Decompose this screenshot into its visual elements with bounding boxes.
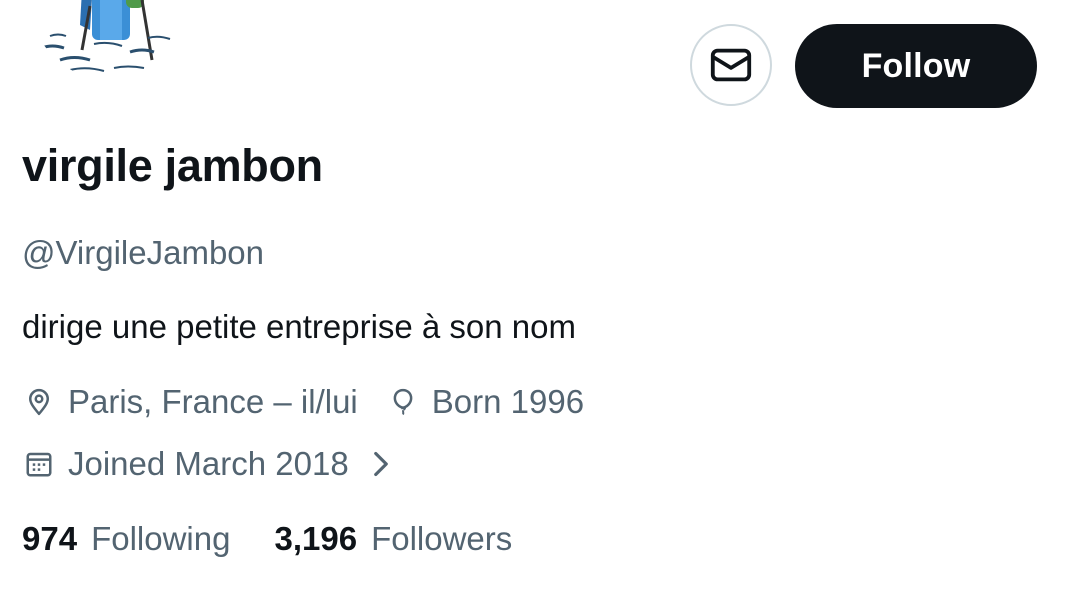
location-item: Paris, France – il/lui	[22, 383, 358, 421]
follow-stats: 974 Following 3,196 Followers	[22, 520, 556, 558]
display-name: virgile jambon	[22, 140, 323, 191]
birth-text: Born 1996	[431, 383, 585, 420]
map-pin-icon	[22, 385, 56, 419]
following-label: Following	[91, 520, 231, 557]
birthday-item: Born 1996	[386, 383, 584, 421]
user-handle: @VirgileJambon	[22, 234, 265, 271]
following-count: 974	[22, 520, 78, 557]
balloon-icon	[386, 385, 420, 419]
follow-button[interactable]: Follow	[795, 24, 1037, 108]
followers-label: Followers	[371, 520, 513, 557]
user-bio: dirige une petite entreprise à son nom	[22, 308, 577, 345]
joined-text: Joined March 2018	[68, 445, 349, 482]
calendar-icon	[22, 447, 56, 481]
followers-count: 3,196	[274, 520, 358, 557]
followers-link[interactable]: 3,196 Followers	[274, 520, 512, 558]
location-text: Paris, France – il/lui	[68, 383, 358, 420]
following-link[interactable]: 974 Following	[22, 520, 230, 558]
avatar[interactable]	[30, 0, 190, 80]
profile-header: Follow virgile jambon @VirgileJambon dir…	[0, 0, 1069, 605]
profile-meta-row-1: Paris, France – il/lui Born 1996	[22, 383, 612, 421]
message-button[interactable]	[690, 24, 772, 106]
mail-icon	[710, 48, 752, 82]
avatar-image	[41, 0, 171, 72]
profile-meta-row-2: Joined March 2018	[22, 445, 393, 483]
joined-item: Joined March 2018	[22, 445, 349, 483]
chevron-right-icon[interactable]	[369, 447, 393, 481]
